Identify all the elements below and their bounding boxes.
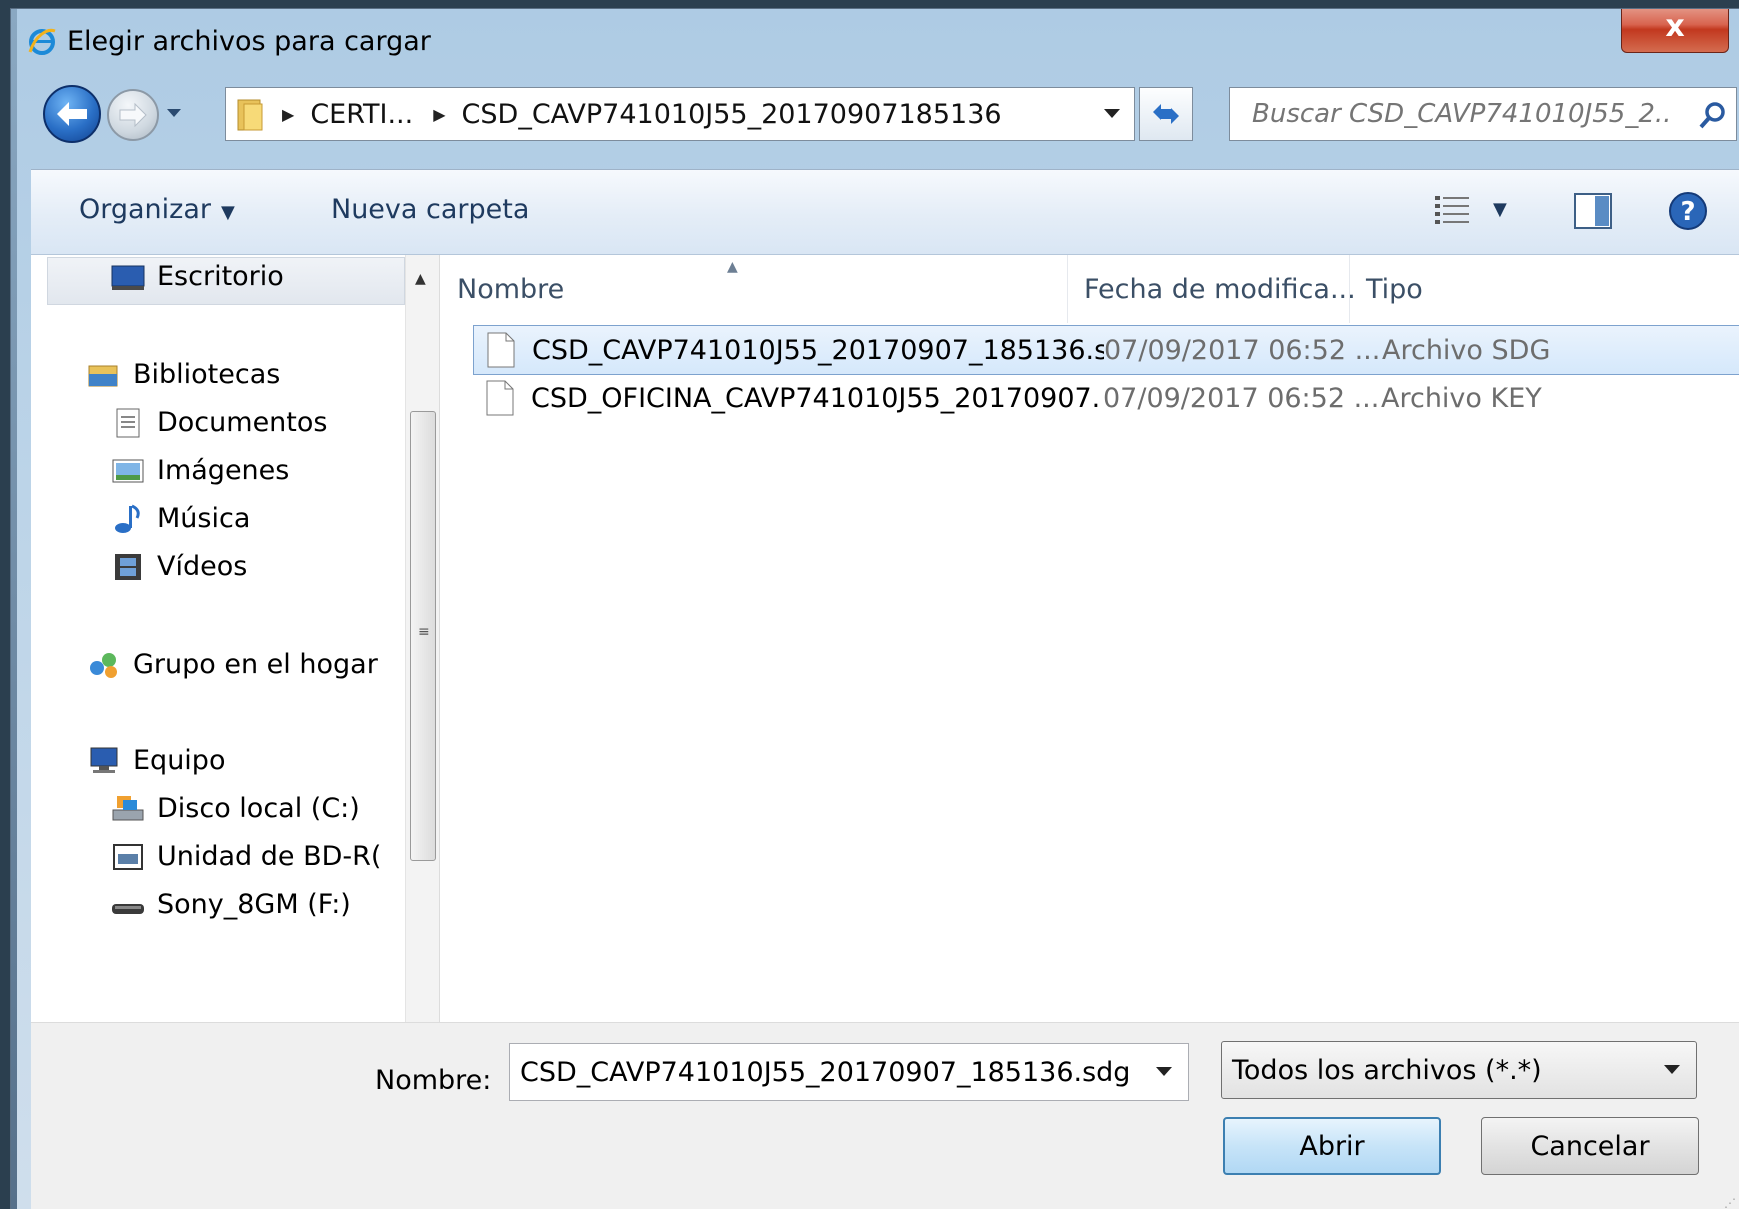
forward-arrow-icon <box>119 102 147 128</box>
sidebar-item-label: Unidad de BD-R( <box>157 841 382 872</box>
file-row[interactable]: CSD_OFICINA_CAVP741010J55_20170907... 07… <box>473 373 1739 423</box>
back-arrow-icon <box>57 102 87 126</box>
resize-grip-icon[interactable]: ⋰ <box>1724 1196 1736 1209</box>
sidebar-item-videos[interactable]: Vídeos <box>111 551 247 582</box>
close-button[interactable]: x <box>1621 9 1729 53</box>
chevron-down-icon[interactable] <box>1154 1064 1174 1078</box>
sidebar-item-imagenes[interactable]: Imágenes <box>111 455 289 486</box>
organize-button[interactable]: Organizar ▼ <box>79 194 235 225</box>
dialog-footer: Nombre: CSD_CAVP741010J55_20170907_18513… <box>31 1022 1739 1209</box>
search-input[interactable] <box>1250 98 1674 130</box>
change-view-button[interactable]: ▼ <box>1433 192 1507 226</box>
search-icon[interactable] <box>1698 100 1728 130</box>
breadcrumb-item[interactable]: CERTI... <box>310 99 413 130</box>
help-icon[interactable]: ? <box>1667 190 1709 232</box>
cancel-button[interactable]: Cancelar <box>1481 1117 1699 1175</box>
refresh-button[interactable] <box>1139 87 1193 141</box>
sidebar-item-sony-usb[interactable]: Sony_8GM (F:) <box>111 889 351 920</box>
grip-icon: ≡ <box>418 624 430 640</box>
scrollbar-thumb[interactable]: ≡ <box>410 411 436 861</box>
open-button[interactable]: Abrir <box>1223 1117 1441 1175</box>
sidebar-item-label: Sony_8GM (F:) <box>157 889 351 920</box>
preview-pane-icon[interactable] <box>1573 192 1613 230</box>
libraries-icon <box>88 365 118 386</box>
sidebar-item-disco-local[interactable]: Disco local (C:) <box>111 793 360 824</box>
folder-icon <box>237 99 263 131</box>
filename-label: Nombre: <box>375 1065 492 1096</box>
dialog-client-area: Organizar ▼ Nueva carpeta ▼ ? Escritorio… <box>31 169 1739 1209</box>
documents-icon <box>116 408 140 437</box>
file-date: 07/09/2017 06:52 ... <box>1104 334 1381 366</box>
recent-pages-dropdown-icon[interactable] <box>165 103 183 123</box>
chevron-down-icon: ▼ <box>221 202 235 223</box>
breadcrumb-separator-icon[interactable]: ▶ <box>433 105 445 124</box>
sidebar-item-equipo[interactable]: Equipo <box>87 745 225 776</box>
window-title: Elegir archivos para cargar <box>67 25 431 57</box>
homegroup-icon <box>90 652 117 678</box>
sidebar-item-label: Música <box>157 503 251 534</box>
address-bar[interactable]: ▶ CERTI... ▶ CSD_CAVP741010J55_201709071… <box>225 87 1135 141</box>
file-name: CSD_OFICINA_CAVP741010J55_20170907... <box>531 382 1103 414</box>
new-folder-button[interactable]: Nueva carpeta <box>331 194 529 225</box>
internet-explorer-icon <box>28 28 56 55</box>
sidebar-item-label: Bibliotecas <box>133 359 281 390</box>
file-type-filter-select[interactable]: Todos los archivos (*.*) <box>1221 1041 1697 1099</box>
breadcrumb-item-current[interactable]: CSD_CAVP741010J55_20170907185136 <box>462 99 1002 130</box>
back-button[interactable] <box>43 85 101 143</box>
svg-text:?: ? <box>1680 197 1695 227</box>
desktop-icon <box>111 265 145 290</box>
sidebar-item-label: Equipo <box>133 745 226 776</box>
column-header-label: Tipo <box>1366 273 1423 305</box>
sidebar-item-label: Imágenes <box>157 455 290 486</box>
breadcrumb-separator-icon[interactable]: ▶ <box>282 105 294 124</box>
sidebar-item-musica[interactable]: Música <box>111 503 250 534</box>
pictures-icon <box>112 459 144 482</box>
filename-combobox[interactable]: CSD_CAVP741010J55_20170907_185136.sdg <box>509 1043 1189 1101</box>
sidebar-item-unidad-bd[interactable]: Unidad de BD-R( <box>111 841 381 872</box>
sidebar-item-label: Documentos <box>157 407 328 438</box>
sidebar-item-escritorio[interactable]: Escritorio <box>111 261 284 292</box>
chevron-down-icon: ▼ <box>1493 198 1507 220</box>
title-bar: Elegir archivos para cargar <box>27 19 431 63</box>
column-header-label: Nombre <box>457 273 565 305</box>
usb-drive-icon <box>112 903 144 914</box>
file-dialog-window: Elegir archivos para cargar x ▶ CERTI...… <box>10 8 1739 1209</box>
sidebar-item-bibliotecas[interactable]: Bibliotecas <box>87 359 280 390</box>
sidebar-item-label: Grupo en el hogar <box>133 649 378 680</box>
command-bar: Organizar ▼ Nueva carpeta ▼ ? <box>31 170 1739 255</box>
address-dropdown-icon[interactable] <box>1102 106 1122 120</box>
sidebar-item-label: Escritorio <box>157 261 284 292</box>
file-icon <box>487 332 515 368</box>
sidebar-item-label: Vídeos <box>157 551 248 582</box>
column-header-label: Fecha de modifica... <box>1084 273 1356 305</box>
navigation-bar: ▶ CERTI... ▶ CSD_CAVP741010J55_201709071… <box>41 81 1739 145</box>
scroll-up-arrow-icon[interactable]: ▲ <box>415 271 426 287</box>
local-disk-icon <box>112 795 144 820</box>
file-icon <box>486 380 514 416</box>
chevron-down-icon <box>1664 1065 1680 1074</box>
file-type: Archivo KEY <box>1381 382 1542 414</box>
refresh-icon <box>1153 104 1179 124</box>
music-icon <box>115 504 140 533</box>
search-box[interactable] <box>1229 87 1737 141</box>
column-header-tipo[interactable]: Tipo <box>1349 255 1739 323</box>
file-row-selected[interactable]: CSD_CAVP741010J55_20170907_185136.sdg 07… <box>473 325 1739 375</box>
sidebar-item-documentos[interactable]: Documentos <box>111 407 327 438</box>
column-header-fecha[interactable]: Fecha de modifica... <box>1067 255 1356 323</box>
bd-drive-icon <box>113 843 143 870</box>
organize-label: Organizar <box>79 194 211 225</box>
computer-icon <box>90 747 118 773</box>
sidebar-item-label: Disco local (C:) <box>157 793 360 824</box>
sort-ascending-icon: ▲ <box>727 259 738 275</box>
filter-value: Todos los archivos (*.*) <box>1232 1054 1542 1086</box>
file-name: CSD_CAVP741010J55_20170907_185136.sdg <box>532 334 1104 366</box>
file-date: 07/09/2017 06:52 ... <box>1103 382 1380 414</box>
forward-button[interactable] <box>107 89 159 141</box>
videos-icon <box>115 553 141 580</box>
column-header-nombre[interactable]: Nombre ▲ <box>441 255 1067 323</box>
file-type: Archivo SDG <box>1382 334 1551 366</box>
view-details-icon <box>1435 196 1469 224</box>
filename-value[interactable]: CSD_CAVP741010J55_20170907_185136.sdg <box>520 1057 1130 1088</box>
sidebar-item-grupo-hogar[interactable]: Grupo en el hogar <box>87 649 378 680</box>
